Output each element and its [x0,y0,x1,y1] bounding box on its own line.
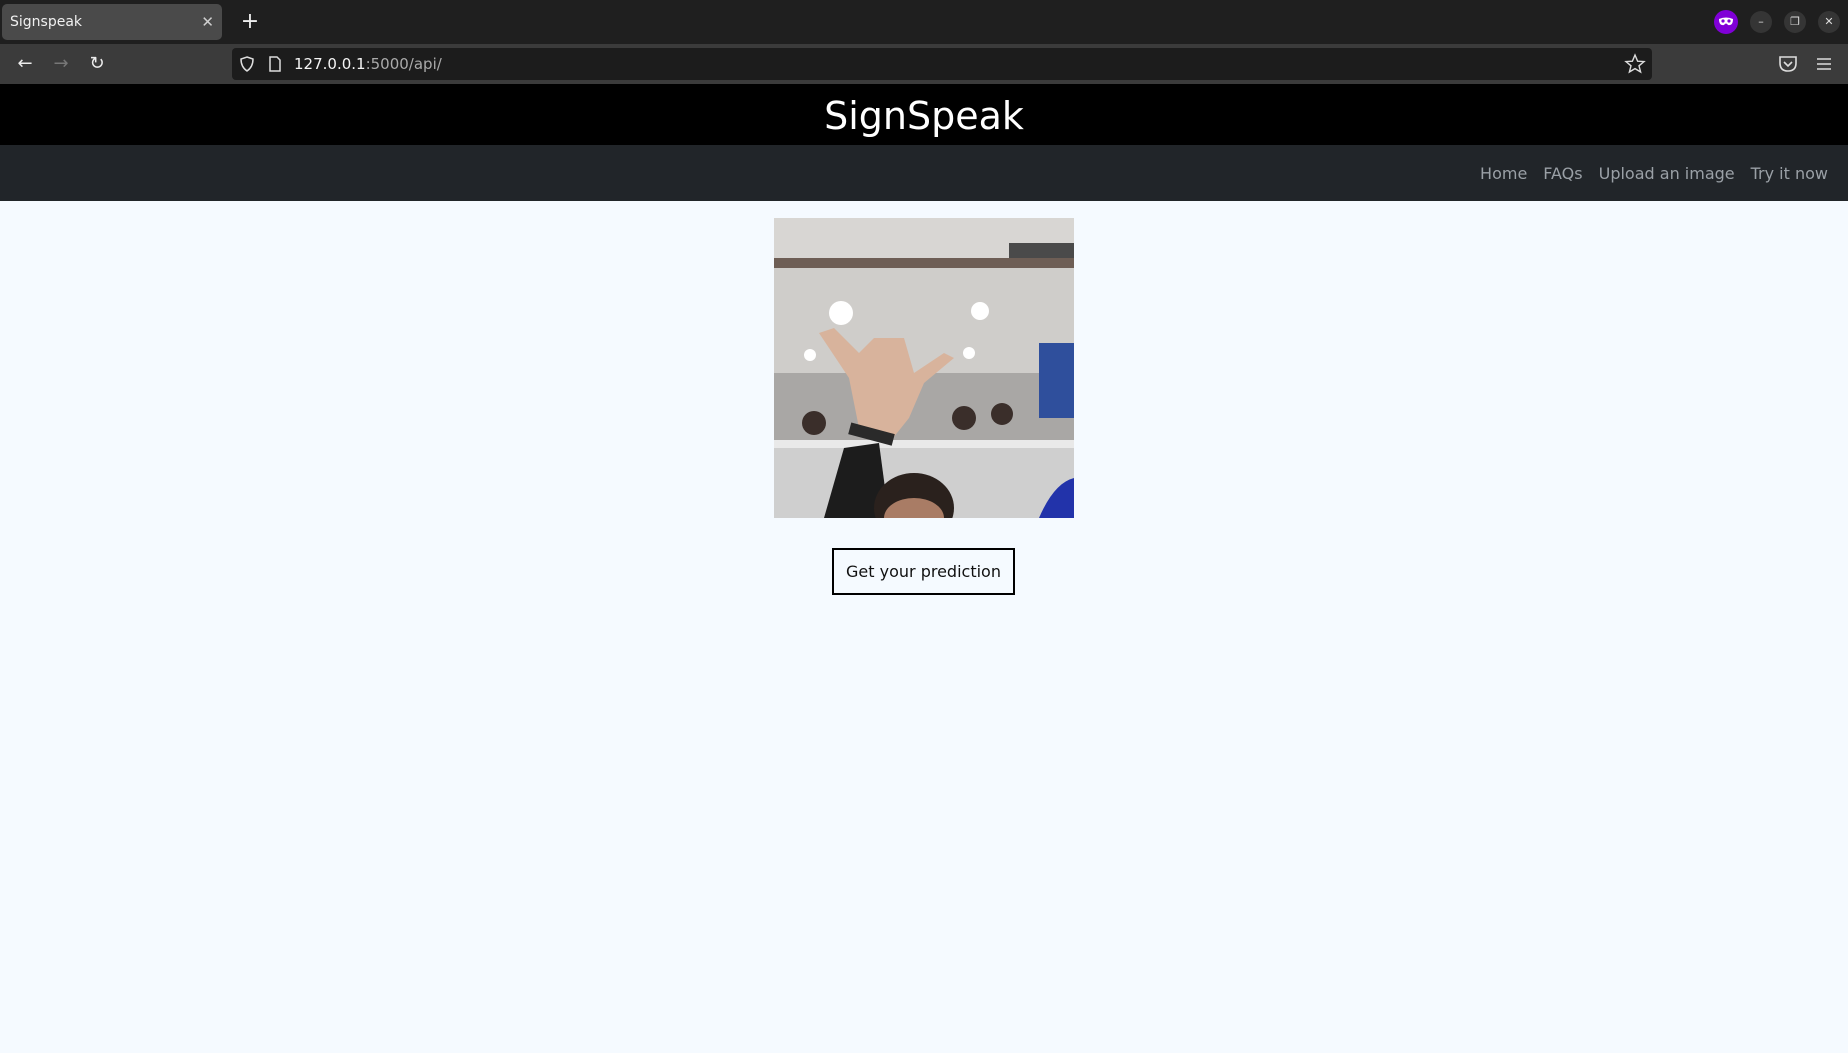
browser-toolbar: ← → ↻ 127.0.0.1:5000/api/ [0,44,1848,84]
reload-button[interactable]: ↻ [84,52,110,76]
restore-button[interactable]: ❐ [1784,11,1806,33]
private-browsing-mask-icon [1714,10,1738,34]
restore-icon: ❐ [1790,15,1800,28]
nav-try-it-now[interactable]: Try it now [1751,164,1828,183]
browser-tab[interactable]: Signspeak ✕ [2,4,222,40]
reload-icon: ↻ [89,53,105,74]
browser-tab-bar: Signspeak ✕ + – ❐ ✕ [0,0,1848,44]
close-icon[interactable]: ✕ [201,4,214,40]
page-icon [269,56,281,72]
close-window-button[interactable]: ✕ [1818,11,1840,33]
url-path: :5000/api/ [365,55,442,73]
url-text[interactable]: 127.0.0.1:5000/api/ [294,48,442,80]
plus-icon: + [240,9,260,34]
arrow-right-icon: → [53,53,69,74]
star-icon[interactable] [1624,53,1646,75]
site-header: SignSpeak [0,84,1848,145]
hamburger-menu-icon[interactable] [1813,53,1835,75]
window-controls: – ❐ ✕ [1714,10,1840,34]
shield-icon [240,56,254,72]
close-icon: ✕ [1824,15,1834,28]
nav-home[interactable]: Home [1480,164,1527,183]
back-button[interactable]: ← [12,52,38,76]
minimize-icon: – [1758,15,1764,28]
forward-button[interactable]: → [48,52,74,76]
url-host: 127.0.0.1 [294,55,366,73]
url-bar[interactable]: 127.0.0.1:5000/api/ [232,48,1652,80]
site-title: SignSpeak [824,94,1024,138]
minimize-button[interactable]: – [1750,11,1772,33]
site-nav: Home FAQs Upload an image Try it now [0,145,1848,201]
nav-upload-image[interactable]: Upload an image [1599,164,1735,183]
arrow-left-icon: ← [17,53,33,74]
new-tab-button[interactable]: + [236,6,264,38]
tab-title: Signspeak [10,14,83,30]
nav-faqs[interactable]: FAQs [1543,164,1582,183]
pocket-icon[interactable] [1777,53,1799,75]
captured-image [774,218,1074,518]
get-prediction-button[interactable]: Get your prediction [832,548,1015,595]
